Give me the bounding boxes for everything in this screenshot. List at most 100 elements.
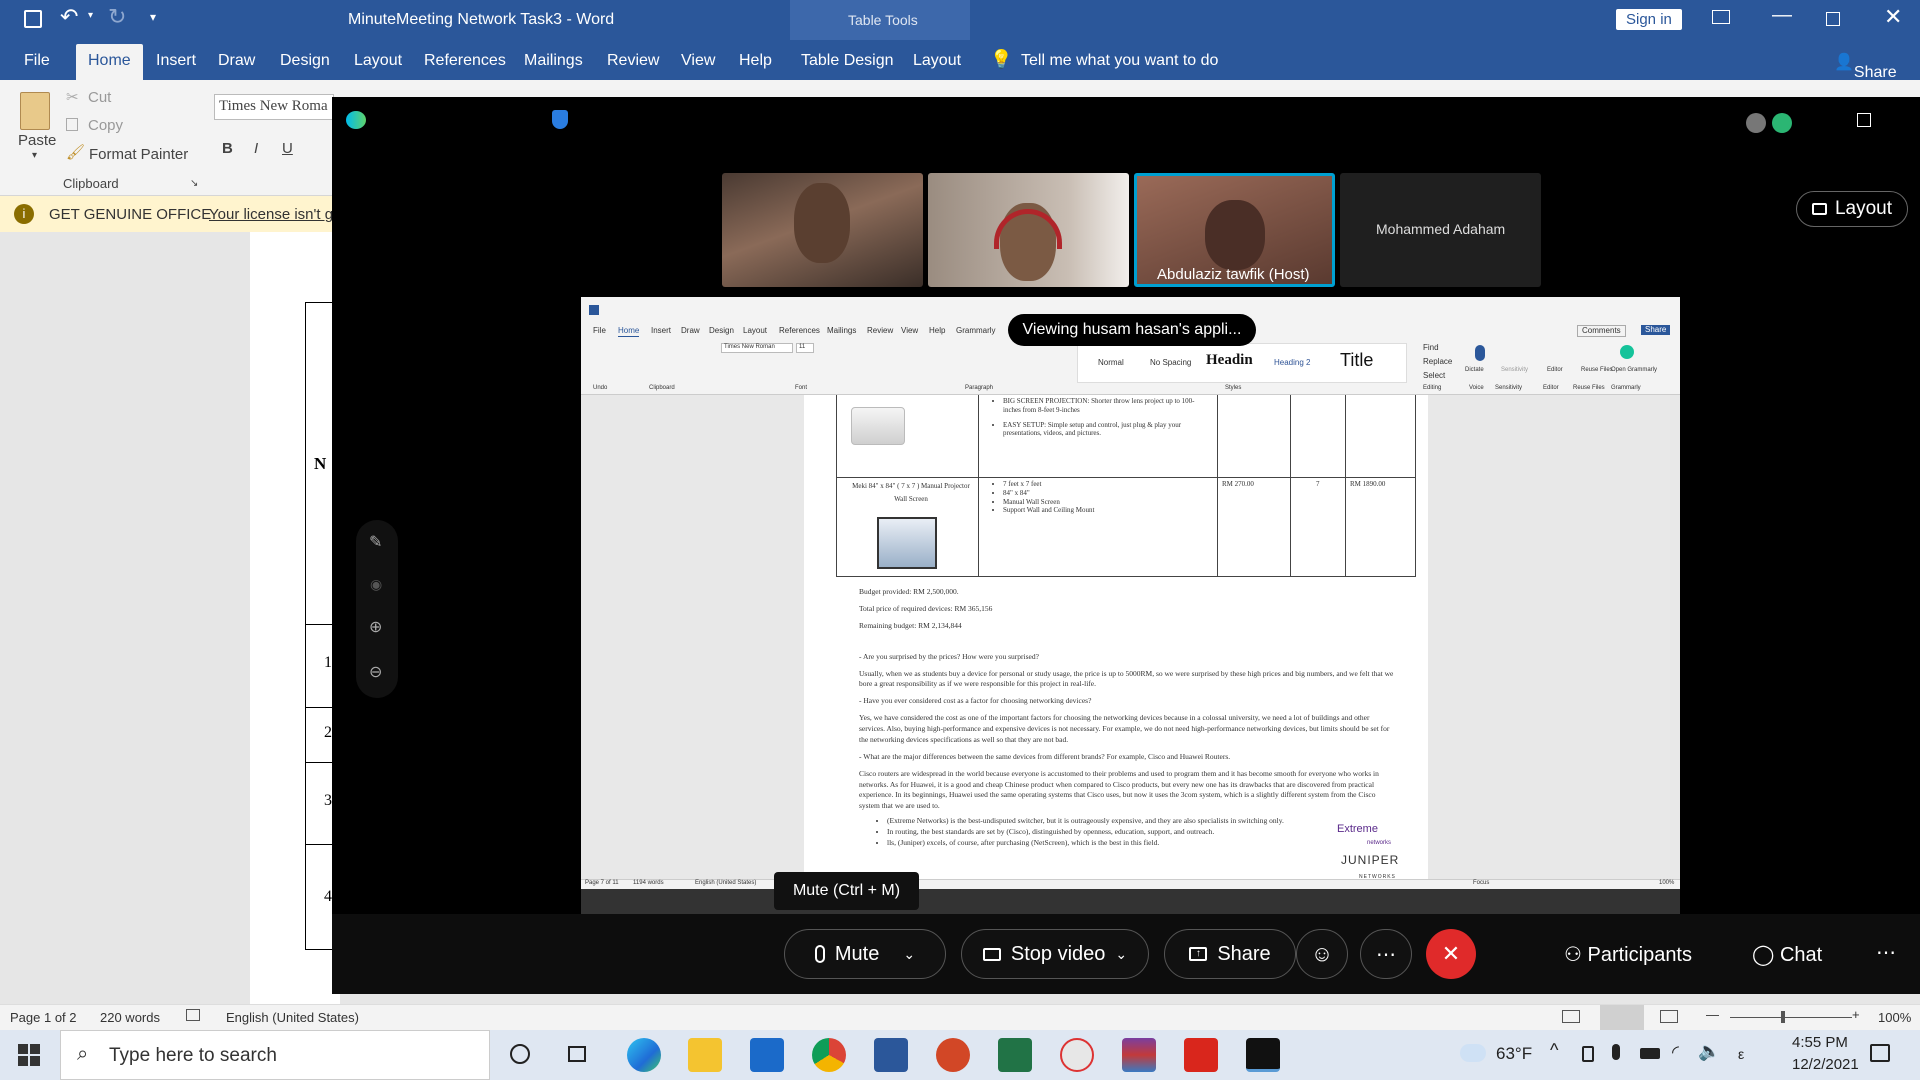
tab-file[interactable]: File (24, 52, 50, 70)
tab-review[interactable]: Review (607, 52, 659, 70)
edge-icon[interactable] (627, 1038, 661, 1072)
print-layout-icon[interactable] (1600, 1005, 1644, 1031)
share-button[interactable]: 👤 Share (1834, 52, 1897, 81)
tab-table-design[interactable]: Table Design (801, 52, 894, 70)
end-meeting-button[interactable]: ✕ (1426, 929, 1476, 979)
acrobat-icon[interactable] (1184, 1038, 1218, 1072)
customize-qat-icon[interactable]: ▾ (150, 10, 156, 24)
paste-icon[interactable] (20, 92, 50, 130)
tab-home[interactable]: Home (76, 44, 143, 80)
word-count[interactable]: 220 words (100, 1010, 160, 1025)
reactions-button[interactable]: ☺ (1296, 929, 1348, 979)
clipboard-launcher-icon[interactable]: ↘ (190, 178, 198, 189)
start-button[interactable] (18, 1044, 40, 1066)
zoom-slider-thumb[interactable] (1781, 1011, 1785, 1023)
shared-screen[interactable]: File Home Insert Draw Design Layout Refe… (581, 297, 1680, 915)
ribbon-display-icon[interactable] (1712, 10, 1730, 24)
tab-layout[interactable]: Layout (354, 52, 402, 70)
language-indicator[interactable]: English (United States) (226, 1010, 359, 1025)
chat-button[interactable]: ◯ Chat (1752, 942, 1822, 967)
layout-button[interactable]: Layout (1796, 191, 1908, 227)
stop-video-button[interactable]: Stop video ⌄ (961, 929, 1149, 979)
sign-in-button[interactable]: Sign in (1616, 9, 1682, 30)
menu-share[interactable]: Share (436, 149, 479, 167)
taskbar-search[interactable]: ⌕ Type here to search (60, 1030, 490, 1080)
undo-dropdown-icon[interactable]: ▾ (88, 10, 93, 21)
copy-button[interactable]: Copy (88, 117, 123, 134)
clock-time[interactable]: 4:55 PM (1792, 1034, 1848, 1051)
powerpoint-icon[interactable] (936, 1038, 970, 1072)
tab-table-layout[interactable]: Layout (913, 52, 961, 70)
menu-edit[interactable]: Edit (390, 149, 418, 167)
tab-insert[interactable]: Insert (156, 52, 196, 70)
weather-icon[interactable] (1460, 1044, 1486, 1062)
bold-button[interactable]: B (222, 140, 233, 157)
close-icon[interactable]: ✕ (1886, 105, 1903, 130)
cortana-icon[interactable] (510, 1044, 530, 1064)
menu-file[interactable]: File (347, 149, 373, 167)
weather-temp[interactable]: 63°F (1496, 1044, 1532, 1064)
license-link[interactable]: Your license isn't g (209, 206, 333, 223)
wifi-icon[interactable]: ◜ (1672, 1042, 1679, 1063)
webex-icon[interactable] (1246, 1038, 1280, 1072)
tab-mailings[interactable]: Mailings (524, 52, 583, 70)
format-painter-button[interactable]: Format Painter (89, 146, 188, 163)
meeting-info-button[interactable]: Meeting Info (576, 112, 664, 130)
tab-references[interactable]: References (424, 52, 506, 70)
zoom-out-icon[interactable]: ⊖ (369, 662, 382, 682)
participant-video-tile-active[interactable]: Abdulaziz tawfik (Host) (1134, 173, 1335, 287)
clock-date[interactable]: 12/2/2021 (1792, 1056, 1859, 1073)
menu-view[interactable]: View (495, 149, 529, 167)
zoom-in-button[interactable]: + (1852, 1007, 1860, 1022)
participants-button[interactable]: ⚇ Participants (1564, 942, 1692, 967)
menu-help[interactable]: Help (839, 149, 872, 167)
tray-chevron-icon[interactable]: ^ (1550, 1040, 1558, 1061)
battery-icon[interactable] (1640, 1048, 1660, 1059)
task-view-icon[interactable] (568, 1046, 586, 1062)
restore-icon[interactable] (1826, 12, 1840, 26)
participant-tile[interactable]: Mohammed Adaham (1340, 173, 1541, 287)
annotate-pen-icon[interactable]: ✎ (369, 532, 382, 552)
minimize-icon[interactable]: — (1824, 105, 1842, 126)
chevron-down-icon[interactable]: ⌄ (903, 946, 915, 963)
winrar-icon[interactable] (1122, 1038, 1156, 1072)
participant-video-tile[interactable] (928, 173, 1129, 287)
close-icon[interactable]: ✕ (1884, 4, 1902, 30)
menu-participant[interactable]: Participant (668, 149, 744, 167)
tab-view[interactable]: View (681, 52, 715, 70)
more-icon[interactable]: ⋯ (1876, 940, 1896, 965)
read-mode-icon[interactable] (1562, 1010, 1580, 1023)
font-name-box[interactable]: Times New Roma (214, 94, 334, 120)
zoom-out-button[interactable]: — (1706, 1007, 1719, 1022)
word-icon[interactable] (874, 1038, 908, 1072)
device-icon[interactable] (1582, 1046, 1594, 1062)
pointer-icon[interactable]: ◉ (370, 576, 382, 593)
mail-icon[interactable] (750, 1038, 784, 1072)
chrome-icon[interactable] (812, 1038, 846, 1072)
italic-button[interactable]: I (254, 140, 258, 157)
redo-icon[interactable]: ↻ (108, 4, 126, 30)
proofing-icon[interactable] (186, 1009, 200, 1021)
paste-button[interactable]: Paste (18, 132, 56, 149)
menu-meeting[interactable]: Meeting (762, 149, 819, 167)
volume-icon[interactable]: 🔈 (1698, 1041, 1720, 1062)
more-options-button[interactable]: ⋯ (1360, 929, 1412, 979)
tab-help[interactable]: Help (739, 52, 772, 70)
tab-design[interactable]: Design (280, 52, 330, 70)
share-button[interactable]: ↑ Share (1164, 929, 1296, 979)
zoom-level[interactable]: 100% (1878, 1010, 1911, 1025)
undo-icon[interactable]: ↶ (60, 4, 78, 30)
maximize-icon[interactable] (1857, 113, 1871, 127)
paste-dropdown-icon[interactable]: ▾ (32, 150, 37, 161)
cut-button[interactable]: Cut (88, 89, 111, 106)
tab-draw[interactable]: Draw (218, 52, 255, 70)
underline-button[interactable]: U (282, 140, 293, 157)
chevron-down-icon[interactable]: ⌄ (1115, 946, 1127, 963)
notifications-icon[interactable] (1870, 1044, 1890, 1062)
page-count[interactable]: Page 1 of 2 (10, 1010, 77, 1025)
excel-icon[interactable] (998, 1038, 1032, 1072)
zoom-in-icon[interactable]: ⊕ (369, 617, 382, 637)
mic-tray-icon[interactable] (1612, 1044, 1620, 1060)
zoom-slider[interactable] (1730, 1017, 1852, 1018)
mute-button[interactable]: Mute ⌄ (784, 929, 946, 979)
